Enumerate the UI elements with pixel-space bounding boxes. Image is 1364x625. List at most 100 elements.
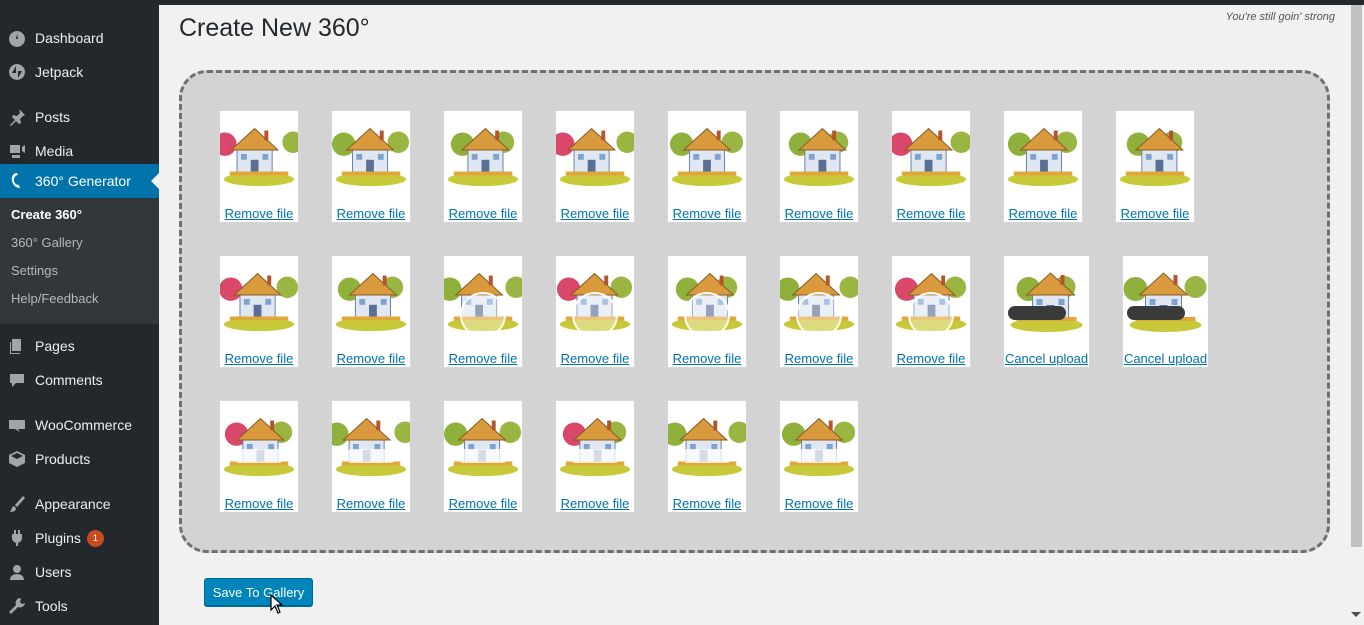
current-menu-arrow-icon <box>151 173 159 189</box>
sidebar-item-label: Tools <box>35 598 68 614</box>
remove-file-link[interactable]: Remove file <box>332 496 410 511</box>
sidebar-item-media[interactable]: Media <box>0 134 159 168</box>
upload-preview: Remove file <box>667 110 747 223</box>
sidebar-item-products[interactable]: Products <box>0 442 159 476</box>
pages-icon <box>7 336 27 356</box>
upload-preview: Cancel upload <box>1122 255 1209 368</box>
upload-preview: Remove file <box>779 255 859 368</box>
sidebar-item-plugins[interactable]: Plugins 1 <box>0 521 159 555</box>
sidebar-item-jetpack[interactable]: Jetpack <box>0 55 159 89</box>
save-to-gallery-button[interactable]: Save To Gallery <box>204 578 313 606</box>
sidebar-item-users[interactable]: Users <box>0 555 159 589</box>
admin-bar <box>0 0 1364 5</box>
user-icon <box>7 562 27 582</box>
remove-file-link[interactable]: Remove file <box>444 496 522 511</box>
sidebar-item-appearance[interactable]: Appearance <box>0 487 159 521</box>
house-thumbnail-image <box>220 114 298 189</box>
upload-preview: Remove file <box>443 400 523 513</box>
sidebar-item-tools[interactable]: Tools <box>0 589 159 623</box>
remove-file-link[interactable]: Remove file <box>220 496 298 511</box>
generator-submenu: Create 360° 360° Gallery Settings Help/F… <box>0 198 159 324</box>
sidebar-item-dashboard[interactable]: Dashboard <box>0 21 159 55</box>
processing-overlay <box>795 449 843 463</box>
submenu-item-help-feedback[interactable]: Help/Feedback <box>11 291 98 306</box>
remove-file-link[interactable]: Remove file <box>780 496 858 511</box>
upload-preview: Remove file <box>331 110 411 223</box>
remove-file-link[interactable]: Remove file <box>668 496 746 511</box>
processing-overlay <box>571 449 619 463</box>
remove-file-link[interactable]: Remove file <box>332 206 410 221</box>
upload-preview: Remove file <box>1115 110 1195 223</box>
remove-file-link[interactable]: Remove file <box>1116 206 1194 221</box>
sidebar-item-pages[interactable]: Pages <box>0 329 159 363</box>
upload-preview: Remove file <box>219 400 299 513</box>
upload-success-check-icon <box>684 292 730 338</box>
sidebar-item-360-generator[interactable]: 360° Generator <box>0 164 159 198</box>
remove-file-link[interactable]: Remove file <box>556 351 634 366</box>
sidebar-item-label: Media <box>35 143 74 159</box>
house-thumbnail-image <box>1116 114 1194 189</box>
submenu-item-settings[interactable]: Settings <box>11 263 58 278</box>
upload-progress-bar <box>1127 306 1185 320</box>
house-thumbnail-image <box>332 114 410 189</box>
remove-file-link[interactable]: Remove file <box>220 351 298 366</box>
house-thumbnail-image <box>892 114 970 189</box>
processing-overlay <box>235 449 283 463</box>
jetpack-icon <box>7 62 27 82</box>
wrench-icon <box>7 596 27 616</box>
house-thumbnail-image <box>444 114 522 189</box>
upload-preview: Remove file <box>1003 110 1083 223</box>
upload-preview: Remove file <box>555 400 635 513</box>
remove-file-link[interactable]: Remove file <box>780 351 858 366</box>
upload-success-check-icon <box>908 292 954 338</box>
remove-file-link[interactable]: Remove file <box>892 206 970 221</box>
paintbrush-icon <box>7 494 27 514</box>
remove-file-link[interactable]: Remove file <box>444 206 522 221</box>
page-title: Create New 360° <box>179 14 370 42</box>
sidebar-item-label: Appearance <box>35 496 111 512</box>
remove-file-link[interactable]: Remove file <box>332 351 410 366</box>
remove-file-link[interactable]: Remove file <box>556 206 634 221</box>
dashboard-icon <box>7 28 27 48</box>
remove-file-link[interactable]: Remove file <box>220 206 298 221</box>
sidebar-item-label: Jetpack <box>35 64 84 80</box>
submenu-item-360-gallery[interactable]: 360° Gallery <box>11 235 83 250</box>
woocommerce-icon <box>7 415 27 435</box>
page-scrollbar[interactable] <box>1351 5 1362 547</box>
upload-preview: Remove file <box>219 110 299 223</box>
remove-file-link[interactable]: Remove file <box>892 351 970 366</box>
remove-file-link[interactable]: Remove file <box>444 351 522 366</box>
remove-file-link[interactable]: Remove file <box>668 206 746 221</box>
sidebar-item-comments[interactable]: Comments <box>0 363 159 397</box>
cancel-upload-link[interactable]: Cancel upload <box>1004 351 1089 366</box>
upload-success-check-icon <box>796 292 842 338</box>
upload-preview: Cancel upload <box>1003 255 1090 368</box>
tagline-text: You're still goin' strong <box>1225 11 1335 23</box>
remove-file-link[interactable]: Remove file <box>668 351 746 366</box>
products-icon <box>7 449 27 469</box>
upload-preview: Remove file <box>443 110 523 223</box>
scroll-down-arrow-icon[interactable] <box>1351 612 1361 617</box>
upload-preview: Remove file <box>443 255 523 368</box>
cancel-upload-link[interactable]: Cancel upload <box>1123 351 1208 366</box>
sidebar-item-posts[interactable]: Posts <box>0 100 159 134</box>
upload-preview: Remove file <box>891 255 971 368</box>
sidebar-item-label: WooCommerce <box>35 417 132 433</box>
remove-file-link[interactable]: Remove file <box>780 206 858 221</box>
submenu-item-create-360[interactable]: Create 360° <box>11 207 82 222</box>
sidebar-item-woocommerce[interactable]: WooCommerce <box>0 408 159 442</box>
upload-preview: Remove file <box>219 255 299 368</box>
sidebar-item-label: 360° Generator <box>35 173 131 189</box>
house-thumbnail-image <box>668 404 746 479</box>
processing-overlay <box>683 449 731 463</box>
remove-file-link[interactable]: Remove file <box>1004 206 1082 221</box>
admin-sidebar: Create 360° 360° Gallery Settings Help/F… <box>0 5 159 625</box>
house-thumbnail-image <box>220 404 298 479</box>
remove-file-link[interactable]: Remove file <box>556 496 634 511</box>
house-thumbnail-image <box>444 404 522 479</box>
sidebar-item-label: Users <box>35 564 72 580</box>
sidebar-item-label: Products <box>35 451 91 467</box>
pushpin-icon <box>7 107 27 127</box>
upload-success-check-icon <box>460 292 506 338</box>
house-thumbnail-image <box>556 114 634 189</box>
